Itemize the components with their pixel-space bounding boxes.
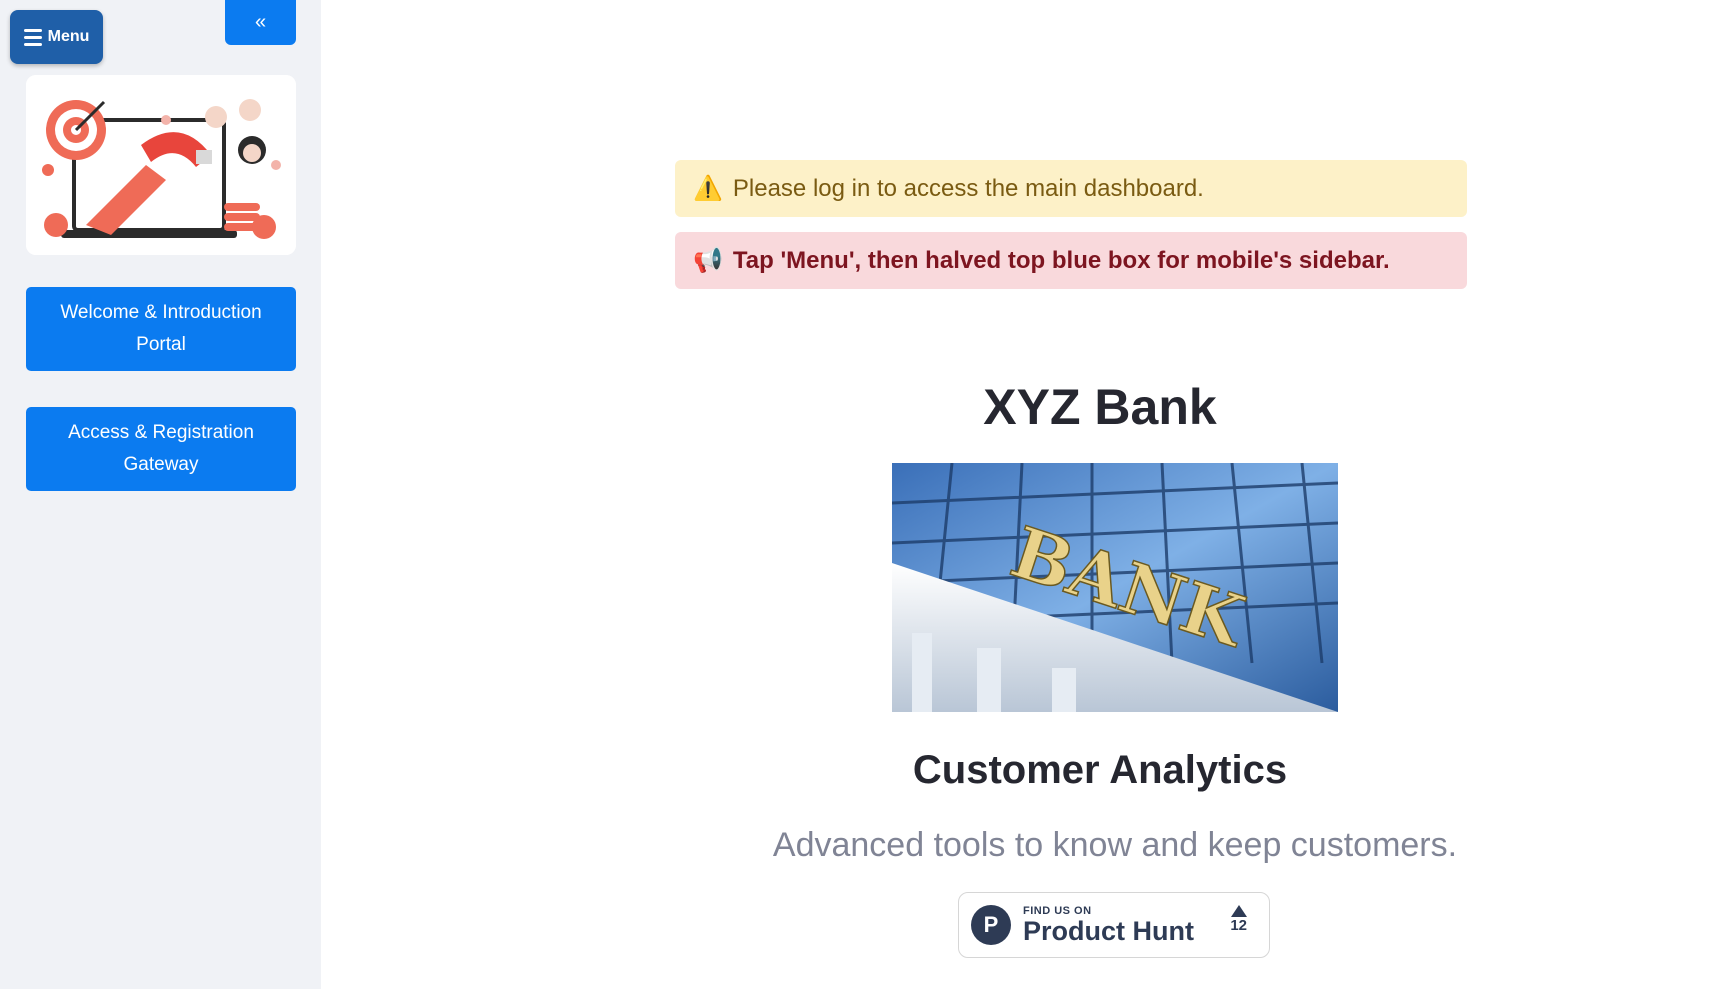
nav-access-registration-label: Access & Registration Gateway	[68, 422, 254, 475]
product-hunt-big-text: Product Hunt	[1023, 916, 1194, 946]
nav-welcome-portal-button[interactable]: Welcome & Introduction Portal	[26, 287, 296, 371]
product-hunt-logo-icon: P	[971, 905, 1011, 945]
sidebar-illustration	[26, 75, 296, 255]
section-subtitle: Customer Analytics	[912, 748, 1288, 792]
mobile-sidebar-hint-text: Tap 'Menu', then halved top blue box for…	[732, 246, 1390, 274]
marketing-magnet-illustration	[26, 75, 296, 255]
nav-welcome-portal-label: Welcome & Introduction Portal	[60, 302, 262, 355]
menu-button-label: Menu	[47, 28, 90, 45]
megaphone-icon: 📢	[693, 247, 723, 274]
product-hunt-badge[interactable]: P FIND US ON Product Hunt 12	[958, 892, 1270, 958]
warning-icon: ⚠️	[693, 175, 723, 202]
product-hunt-vote-count: 12	[1230, 917, 1247, 934]
menu-button[interactable]: Menu	[10, 10, 103, 64]
double-chevron-left-icon: «	[254, 11, 267, 33]
product-hunt-votes: 12	[1230, 905, 1247, 934]
bank-building-graphic: BANK	[892, 463, 1338, 712]
login-warning-text: Please log in to access the main dashboa…	[732, 174, 1204, 202]
sidebar: Menu « Welcome & Introduction Portal Acc…	[0, 0, 321, 989]
login-warning-alert: ⚠️ Please log in to access the main dash…	[675, 160, 1467, 217]
tagline: Advanced tools to know and keep customer…	[772, 826, 1458, 864]
upvote-triangle-icon	[1230, 905, 1247, 917]
collapse-sidebar-button[interactable]: «	[225, 0, 296, 45]
nav-access-registration-button[interactable]: Access & Registration Gateway	[26, 407, 296, 491]
page-title: XYZ Bank	[983, 379, 1217, 435]
hamburger-icon	[23, 28, 42, 46]
bank-building-image: BANK	[892, 463, 1338, 712]
mobile-sidebar-hint-alert: 📢 Tap 'Menu', then halved top blue box f…	[675, 232, 1467, 289]
